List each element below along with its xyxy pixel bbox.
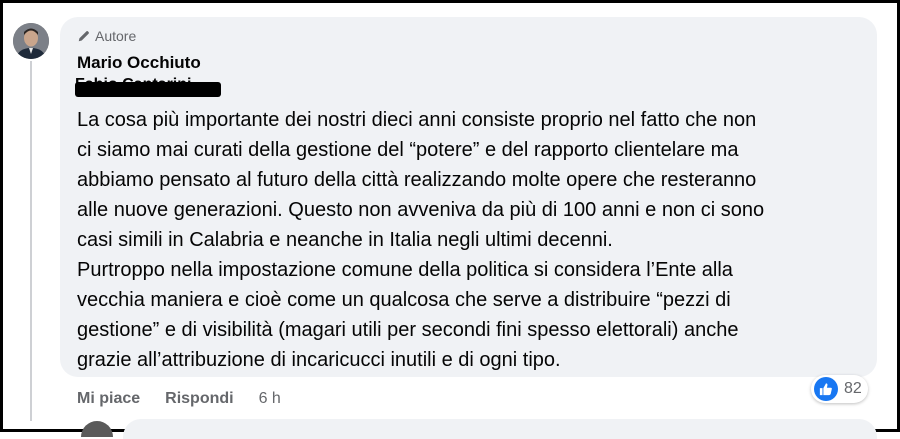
thread-line	[30, 61, 32, 421]
like-icon	[814, 377, 838, 401]
comment-timestamp[interactable]: 6 h	[259, 390, 281, 408]
reply-button[interactable]: Rispondi	[165, 390, 233, 408]
author-name[interactable]: Mario Occhiuto	[77, 53, 201, 73]
comment-frame: Autore Mario Occhiuto Fabio Cantarini La…	[0, 0, 900, 439]
redaction-bar	[75, 82, 221, 97]
pencil-icon	[78, 31, 89, 42]
comment-actions: Mi piace Rispondi 6 h	[77, 390, 281, 408]
like-button[interactable]: Mi piace	[77, 390, 140, 408]
comment-paragraph-1: La cosa più importante dei nostri dieci …	[77, 109, 765, 251]
next-comment-avatar	[81, 421, 113, 437]
next-comment-bubble	[123, 419, 877, 439]
avatar[interactable]	[13, 23, 49, 59]
author-badge: Autore	[77, 26, 136, 46]
comment-paragraph-2: Purtroppo nella impostazione comune dell…	[77, 259, 739, 371]
comment-body: La cosa più importante dei nostri dieci …	[77, 105, 867, 375]
author-badge-label: Autore	[95, 28, 137, 44]
reaction-count: 82	[844, 380, 862, 397]
reaction-summary[interactable]: 82	[811, 375, 868, 403]
